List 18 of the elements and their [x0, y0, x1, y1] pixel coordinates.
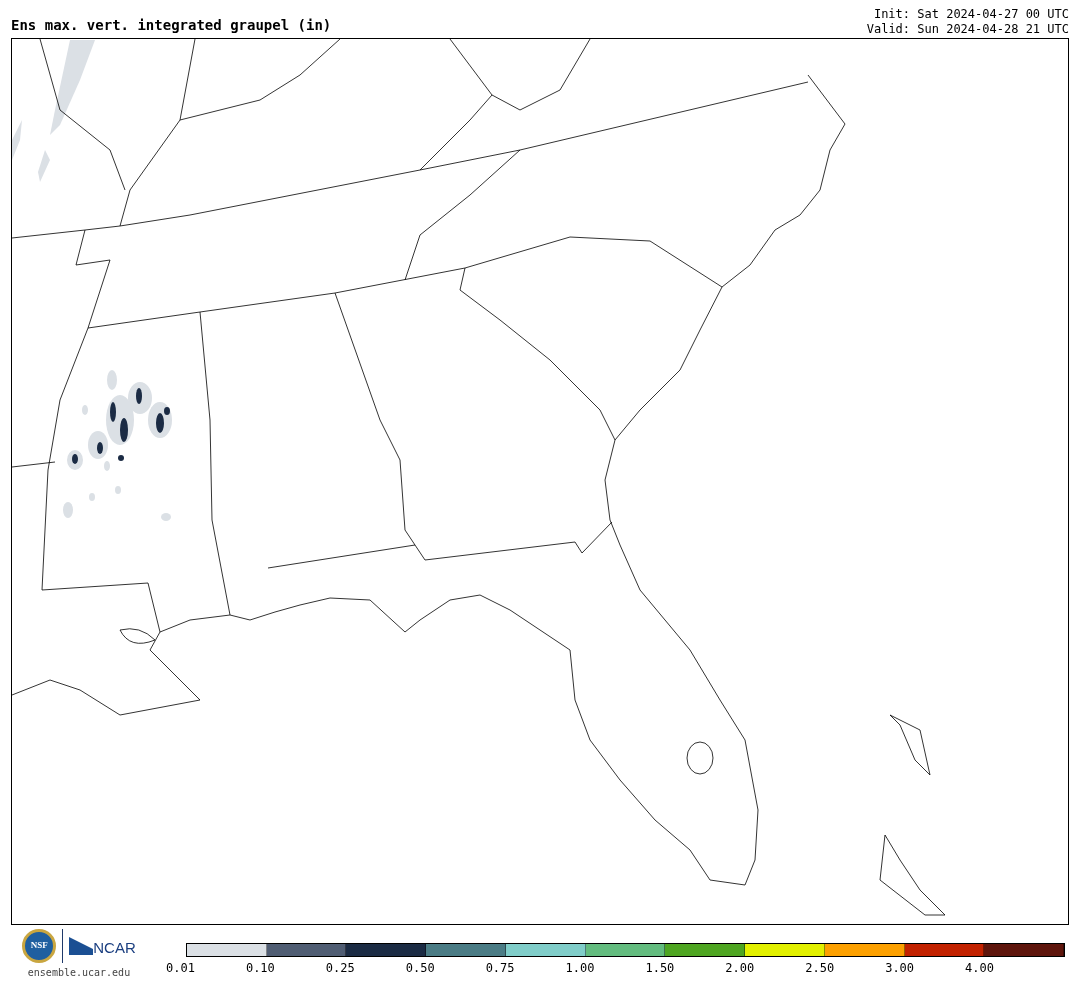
colorbar-label: 4.00	[965, 960, 994, 977]
ncar-logo: NCAR	[93, 940, 136, 955]
colorbar-label: 0.50	[405, 960, 435, 977]
colorbar-label: 2.50	[805, 960, 835, 977]
colorbar-label: 3.00	[885, 960, 915, 977]
colorbar-label: 1.00	[565, 960, 595, 977]
init-time: Init: Sat 2024-04-27 00 UTC	[873, 7, 1069, 22]
colorbar-label: 0.75	[485, 960, 515, 977]
valid-time: Valid: Sun 2024-04-28 21 UTC	[866, 22, 1069, 37]
ncar-emblem-icon	[69, 937, 94, 955]
colorbar-label: 0.10	[245, 960, 275, 977]
colorbar-label: 0.01	[166, 960, 195, 977]
colorbar-label: 0.25	[325, 960, 355, 977]
colorbar-label: 1.50	[645, 960, 675, 977]
colorbar-label: 2.00	[725, 960, 755, 977]
nsf-logo-text: NSF	[30, 939, 48, 953]
website-url: ensemble.ucar.edu	[27, 966, 131, 980]
plot-title: Ens max. vert. integrated graupel (in)	[11, 18, 332, 35]
